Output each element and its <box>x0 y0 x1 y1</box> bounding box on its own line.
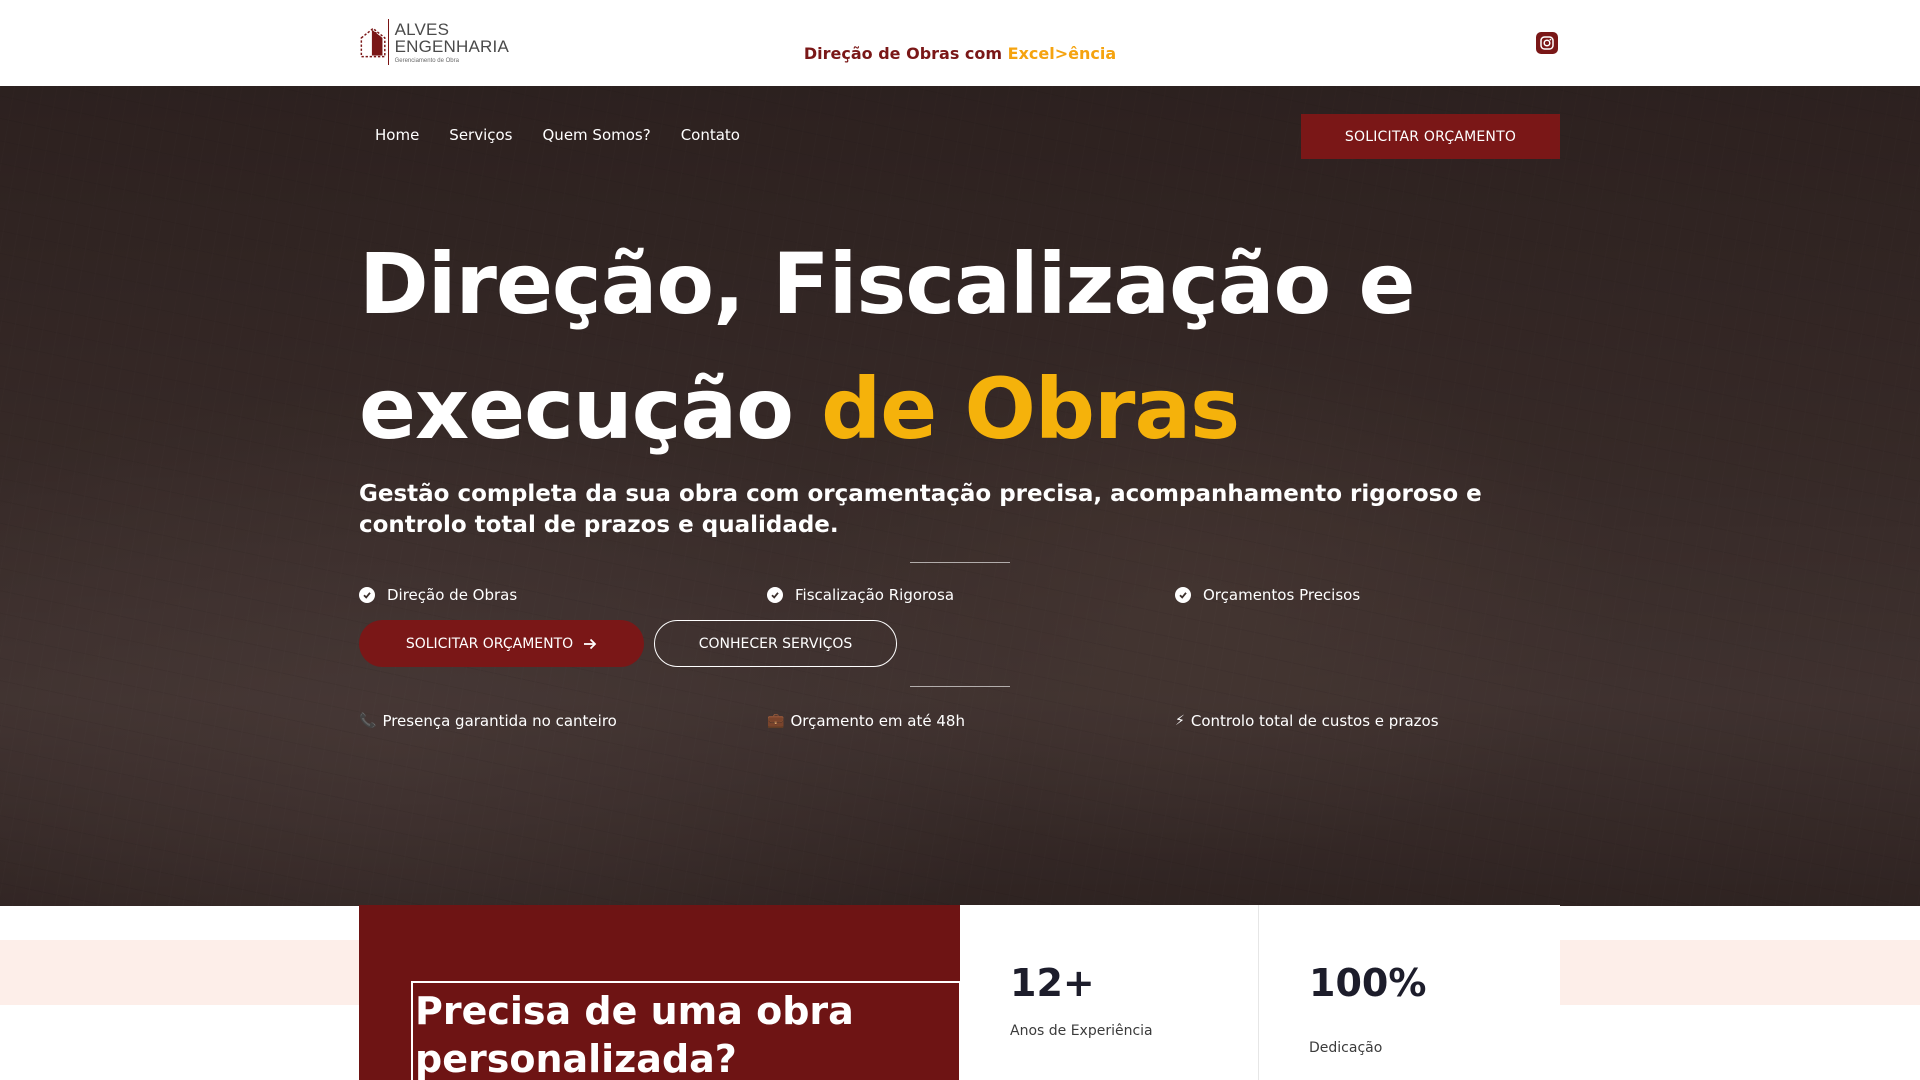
headline-highlight: de Obras <box>821 360 1240 458</box>
feature-item: Fiscalização Rigorosa <box>767 586 954 604</box>
assurance-item: 📞 Presença garantida no canteiro <box>359 712 617 730</box>
tagline-prefix: Direção de Obras com <box>803 44 1008 63</box>
stat-value: 12+ <box>1010 961 1095 1005</box>
check-circle-icon <box>1175 587 1191 603</box>
request-quote-hero-button[interactable]: SOLICITAR ORÇAMENTO <box>359 620 644 667</box>
nav-item-servicos[interactable]: Serviços <box>449 126 512 144</box>
logo-line-1: ALVES <box>394 19 450 39</box>
headline-line-2-prefix: execução <box>359 360 822 458</box>
request-quote-nav-button[interactable]: SOLICITAR ORÇAMENTO <box>1301 114 1560 159</box>
tagline-highlight: Excel>ência <box>1007 44 1117 63</box>
view-services-button[interactable]: CONHECER SERVIÇOS <box>654 620 897 667</box>
instagram-glyph <box>1540 36 1554 50</box>
hero-subheadline: Gestão completa da sua obra com orçament… <box>359 481 1482 538</box>
headline-line-1: Direção, Fiscalização e <box>359 235 1415 333</box>
assurance-item: ⚡ Controlo total de custos e prazos <box>1175 712 1439 730</box>
phone-icon: 📞 <box>359 713 377 729</box>
custom-project-card: Precisa de uma obra personalizada? <box>359 905 961 1080</box>
feature-label: Direção de Obras <box>387 586 518 604</box>
instagram-icon[interactable] <box>1536 32 1558 54</box>
feature-label: Fiscalização Rigorosa <box>795 586 955 604</box>
custom-project-title: Precisa de uma obra personalizada? <box>415 989 854 1080</box>
assurance-item: 💼 Orçamento em até 48h <box>767 712 965 730</box>
assurance-label: Orçamento em até 48h <box>790 712 965 730</box>
stat-label: Dedicação <box>1309 1040 1383 1056</box>
header-tagline: Direção de Obras com Excel>ência <box>0 44 1920 63</box>
check-circle-icon <box>767 587 783 603</box>
nav-item-home[interactable]: Home <box>375 126 419 144</box>
feature-item: Orçamentos Precisos <box>1175 586 1360 604</box>
stat-value: 100% <box>1309 961 1427 1005</box>
lightning-icon: ⚡ <box>1175 713 1185 729</box>
assurance-label: Controlo total de custos e prazos <box>1190 712 1439 730</box>
stat-label: Anos de Experiência <box>1010 1023 1153 1039</box>
stat-card-experience: 12+ Anos de Experiência <box>960 905 1259 1080</box>
top-bar: ALVES ENGENHARIA Gerenciamento de Obra D… <box>0 0 1920 86</box>
custom-project-title-box: Precisa de uma obra personalizada? <box>411 981 961 1080</box>
hero-headline: Direção, Fiscalização e execução de Obra… <box>359 222 1579 472</box>
arrow-right-icon <box>584 638 597 649</box>
feature-label: Orçamentos Precisos <box>1203 586 1361 604</box>
feature-item: Direção de Obras <box>359 586 517 604</box>
main-nav: Home Serviços Quem Somos? Contato <box>375 126 740 144</box>
hero-section: Home Serviços Quem Somos? Contato SOLICI… <box>0 86 1920 906</box>
decorative-divider-top <box>910 562 1010 563</box>
stat-card-dedication: 100% Dedicação <box>1259 905 1560 1080</box>
briefcase-icon: 💼 <box>767 713 785 729</box>
check-circle-icon <box>359 587 375 603</box>
request-quote-label: SOLICITAR ORÇAMENTO <box>405 635 574 652</box>
nav-item-quem-somos[interactable]: Quem Somos? <box>543 126 651 144</box>
nav-item-contato[interactable]: Contato <box>681 126 740 144</box>
decorative-divider-bottom <box>910 686 1010 687</box>
assurance-label: Presença garantida no canteiro <box>382 712 617 730</box>
